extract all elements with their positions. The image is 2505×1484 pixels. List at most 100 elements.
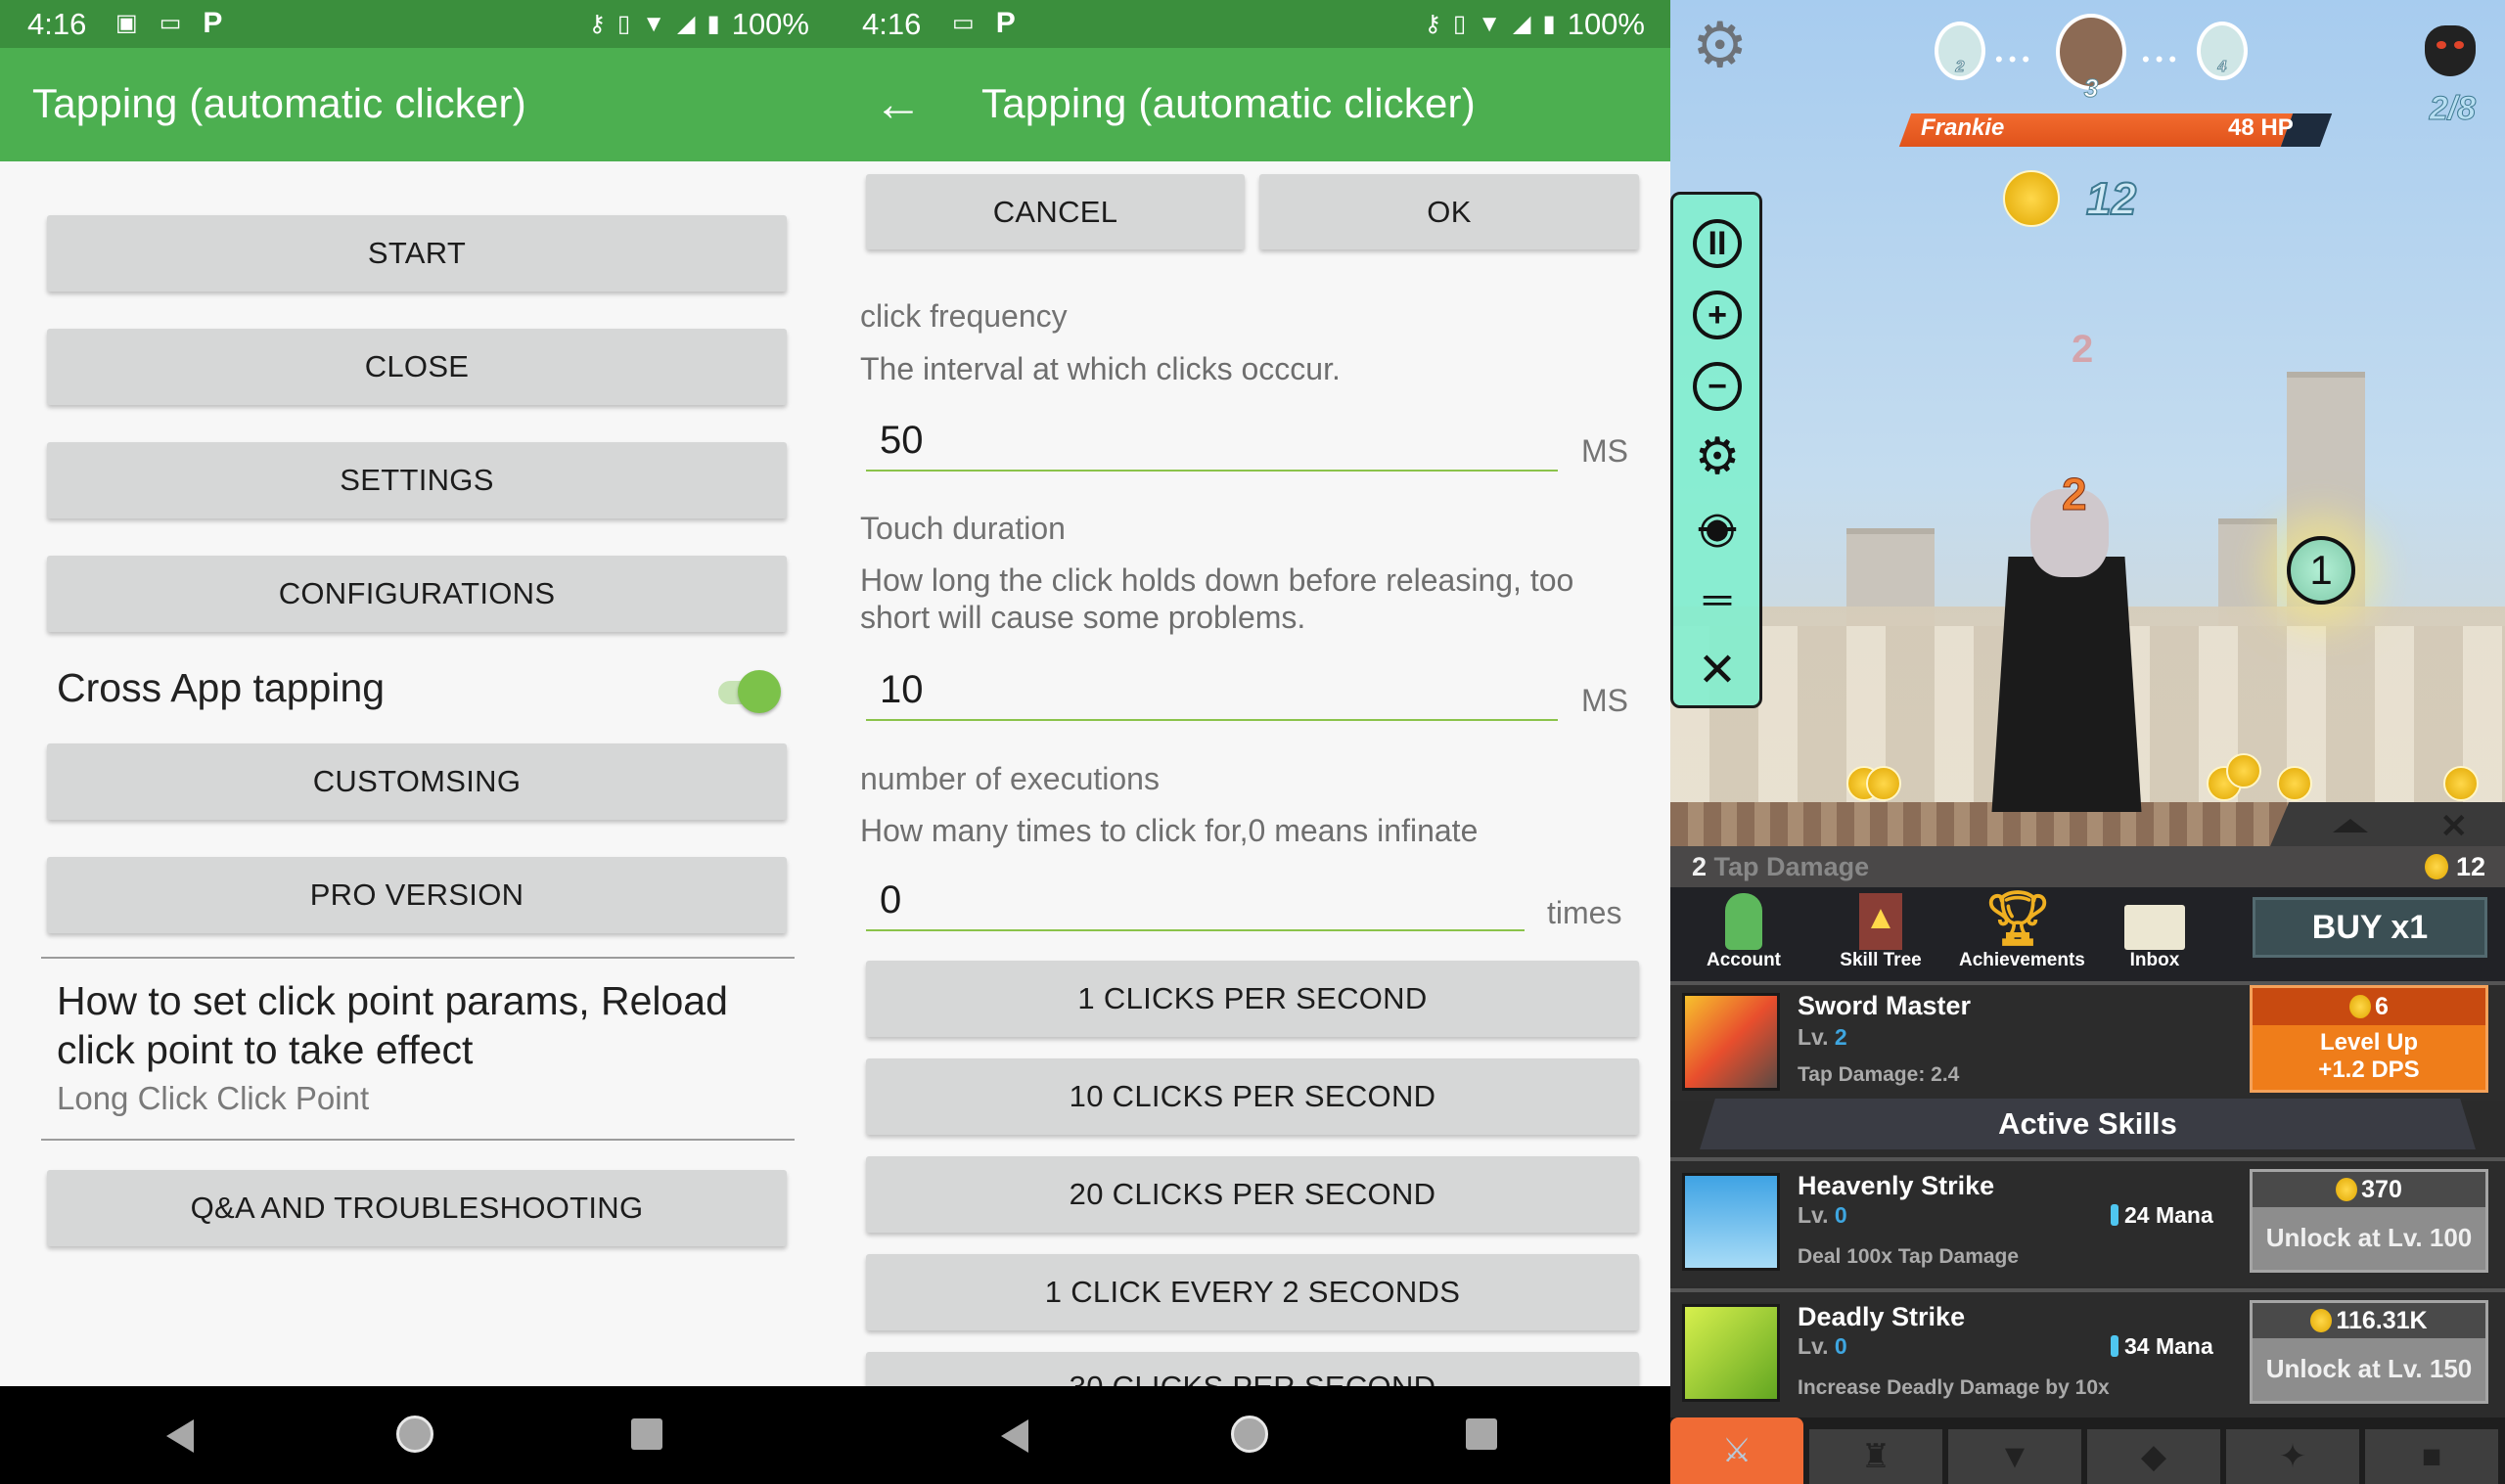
close-panel-icon[interactable]: ✕ — [2440, 807, 2469, 846]
menu-account[interactable]: Account — [1685, 891, 1802, 971]
nav-recents-icon[interactable] — [631, 1418, 662, 1450]
skill-unlock-button[interactable]: 116.31K Unlock at Lv. 150 — [2250, 1300, 2488, 1404]
buy-x1-button[interactable]: BUY x1 — [2253, 897, 2487, 958]
skill-unlock-button[interactable]: 370 Unlock at Lv. 100 — [2250, 1169, 2488, 1273]
nav-home-icon[interactable] — [396, 1416, 433, 1453]
status-time: 4:16 — [862, 7, 922, 41]
gold-amount: 12 — [2085, 172, 2137, 225]
back-arrow-icon[interactable]: ← — [874, 75, 923, 132]
configurations-button[interactable]: CONFIGURATIONS — [47, 556, 787, 632]
game-settings-gear-icon[interactable]: ⚙ — [1692, 14, 1754, 76]
click-frequency-input[interactable] — [866, 411, 1558, 472]
tab-heroes[interactable]: ♜ — [1809, 1429, 1942, 1484]
ok-button[interactable]: OK — [1259, 174, 1639, 249]
clicker-floating-toolbar: II + − ⚙ ◉ ═ ✕ — [1670, 192, 1762, 708]
drag-handle[interactable]: ═ — [1690, 572, 1745, 627]
touch-duration-input[interactable] — [866, 660, 1558, 721]
ground-coin-icon[interactable] — [2277, 766, 2312, 801]
hud-toggle-tabs — [2270, 802, 2505, 846]
level-label: Lv. — [1798, 1024, 1829, 1050]
main-screen: 4:16 ▣ ▭ P ⚷ ▯ ▼ ◢ ▮ 100% Tapping (autom… — [0, 0, 835, 1484]
chest-icon: ■ — [2421, 1437, 2442, 1475]
skill-mana: 24 Mana — [2111, 1202, 2213, 1229]
preset-1-every-2s-button[interactable]: 1 CLICK EVERY 2 SECONDS — [866, 1254, 1639, 1330]
remove-point-button[interactable]: − — [1690, 359, 1745, 414]
menu-skill-tree[interactable]: ▲ Skill Tree — [1822, 891, 1939, 971]
level-value: 0 — [1834, 1202, 1847, 1228]
stage-badge-current[interactable]: 3 — [2056, 14, 2126, 104]
tab-equipment[interactable]: ▼ — [1948, 1429, 2081, 1484]
menu-achievements[interactable]: 🏆︎ Achievements — [1959, 889, 2085, 971]
parking-p-icon: P — [203, 7, 223, 39]
pro-version-button[interactable]: PRO VERSION — [47, 857, 787, 933]
cost-value: 116.31K — [2336, 1307, 2428, 1334]
nav-back-icon[interactable] — [166, 1419, 194, 1453]
status-bar: 4:16 ▭ P ⚷ ▯ ▼ ◢ ▮ 100% — [835, 0, 1670, 48]
tab-pets[interactable]: ✦ — [2226, 1429, 2359, 1484]
tap-damage-value: 2 — [1692, 852, 1708, 881]
menu-inbox[interactable]: Inbox — [2096, 891, 2213, 971]
add-point-button[interactable]: + — [1690, 288, 1745, 342]
skill-name: Deadly Strike — [1798, 1302, 1966, 1331]
preset-20-cps-button[interactable]: 20 CLICKS PER SECOND — [866, 1156, 1639, 1233]
hero-level: Lv. 2 — [1798, 1024, 1847, 1051]
level-label: Lv. — [1798, 1333, 1829, 1359]
help-title: How to set click point params, Reload cl… — [57, 978, 728, 1072]
click-point-help[interactable]: How to set click point params, Reload cl… — [57, 976, 800, 1117]
tap-damage-label: Tap Damage — [1713, 852, 1870, 881]
click-target-crosshair[interactable]: 1 — [2287, 536, 2355, 605]
tab-helmet[interactable]: ◆ — [2087, 1429, 2220, 1484]
boss-icon[interactable] — [2425, 25, 2476, 76]
nav-recents-icon[interactable] — [1466, 1418, 1497, 1450]
start-button[interactable]: START — [47, 215, 787, 292]
executions-input[interactable] — [866, 871, 1525, 931]
stage-badge[interactable]: 2 — [1935, 22, 1985, 80]
tab-sword[interactable]: ⚔ — [1670, 1417, 1803, 1484]
skill-cost: 370 — [2253, 1172, 2485, 1207]
mana-icon — [2111, 1335, 2118, 1357]
battery-charging-icon: ▮ — [1542, 11, 1556, 37]
nav-home-icon[interactable] — [1231, 1416, 1268, 1453]
hero-row: Sword Master Lv. 2 Tap Damage: 2.4 6 Lev… — [1670, 981, 2505, 1101]
hit-damage: 2 — [2062, 469, 2088, 520]
expand-panel-icon[interactable] — [2333, 819, 2368, 832]
close-toolbar-button[interactable]: ✕ — [1690, 643, 1745, 697]
customsing-button[interactable]: CUSTOMSING — [47, 743, 787, 820]
app-bar: ← Tapping (automatic clicker) — [835, 48, 1670, 161]
touch-duration-description: How long the click holds down before rel… — [860, 562, 1574, 635]
vpn-card-icon: ▭ — [952, 10, 975, 36]
ground-coin-icon[interactable] — [2226, 753, 2261, 788]
status-time: 4:16 — [27, 7, 87, 41]
coin-icon — [2424, 854, 2448, 879]
hide-points-button[interactable]: ◉ — [1690, 500, 1745, 555]
toolbar-settings-button[interactable]: ⚙ — [1690, 428, 1745, 485]
hero-icon: ♜ — [1860, 1438, 1891, 1475]
settings-button[interactable]: SETTINGS — [47, 442, 787, 518]
cancel-button[interactable]: CANCEL — [866, 174, 1245, 249]
qa-troubleshooting-button[interactable]: Q&A AND TROUBLESHOOTING — [47, 1170, 787, 1246]
divider — [41, 1139, 795, 1141]
gear-icon: ⚙ — [1694, 428, 1741, 485]
touch-duration-unit: MS — [1581, 683, 1628, 718]
app-bar: Tapping (automatic clicker) — [0, 48, 835, 161]
click-frequency-label: click frequency — [860, 298, 1068, 334]
ground-coin-icon[interactable] — [2443, 766, 2479, 801]
toggle-thumb[interactable] — [738, 670, 781, 713]
tab-shop[interactable]: ■ — [2365, 1429, 2498, 1484]
stage-badge[interactable]: 4 — [2197, 22, 2248, 80]
skill-row: Heavenly Strike Lv. 0 24 Mana Deal 100x … — [1670, 1157, 2505, 1286]
vpn-card-icon: ▭ — [159, 10, 182, 36]
preset-10-cps-button[interactable]: 10 CLICKS PER SECOND — [866, 1058, 1639, 1135]
stage-number: 3 — [2083, 73, 2099, 104]
level-up-button[interactable]: 6 Level Up +1.2 DPS — [2250, 985, 2488, 1093]
click-frequency-description: The interval at which clicks occcur. — [860, 351, 1341, 386]
level-up-label: Level Up +1.2 DPS — [2253, 1025, 2485, 1084]
action-line: +1.2 DPS — [2318, 1057, 2420, 1083]
coin-icon — [2336, 1178, 2358, 1201]
ground-coin-icon[interactable] — [1866, 766, 1901, 801]
preset-1-cps-button[interactable]: 1 CLICKS PER SECOND — [866, 961, 1639, 1037]
close-button[interactable]: CLOSE — [47, 329, 787, 405]
pause-button[interactable]: II — [1690, 216, 1745, 271]
vibrate-icon: ▯ — [617, 11, 631, 37]
nav-back-icon[interactable] — [1001, 1419, 1028, 1453]
